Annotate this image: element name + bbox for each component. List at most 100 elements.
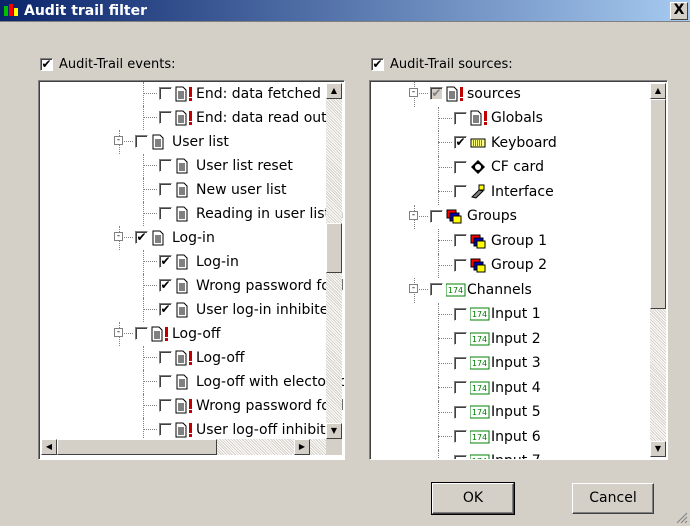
- sources-vertical-scrollbar[interactable]: ▲ ▼: [650, 83, 666, 457]
- tree-connector: [143, 106, 144, 130]
- item-checkbox[interactable]: ✔: [159, 303, 172, 316]
- event-tree-item[interactable]: Log-off with electonic s: [159, 370, 344, 393]
- item-checkbox[interactable]: [159, 399, 172, 412]
- event-tree-item[interactable]: End: data fetched: [159, 82, 321, 105]
- item-checkbox[interactable]: ✔: [159, 279, 172, 292]
- item-checkbox[interactable]: [159, 159, 172, 172]
- tree-connector: [438, 142, 452, 143]
- events-horizontal-scrollbar[interactable]: ◀ ▶: [41, 439, 326, 455]
- close-button[interactable]: X: [670, 2, 688, 20]
- sources-tree[interactable]: - ✔ sources Globals ✔ Keyboard CF card Interfac…: [369, 80, 668, 460]
- event-tree-item[interactable]: Wrong password for lo: [159, 394, 344, 417]
- event-tree-item[interactable]: User log-off inhibited: [159, 418, 343, 441]
- event-tree-item[interactable]: End: data read out: [159, 106, 327, 129]
- source-tree-item[interactable]: 174 Input 7: [454, 450, 541, 459]
- scroll-up-icon[interactable]: ▲: [326, 83, 342, 99]
- event-tree-item[interactable]: User list reset: [159, 154, 293, 177]
- item-checkbox[interactable]: [159, 111, 172, 124]
- item-label: Input 4: [491, 379, 541, 396]
- item-checkbox[interactable]: [454, 111, 467, 125]
- source-tree-item[interactable]: ✔ sources: [430, 82, 521, 105]
- doc-icon: [175, 278, 191, 294]
- event-tree-item[interactable]: Log-off: [159, 346, 245, 369]
- resize-grip-icon[interactable]: [676, 512, 688, 524]
- collapse-icon[interactable]: -: [114, 328, 123, 337]
- item-checkbox[interactable]: ✔: [135, 231, 148, 244]
- item-checkbox[interactable]: [454, 258, 467, 272]
- scroll-left-icon[interactable]: ◀: [41, 439, 57, 455]
- source-tree-item[interactable]: Group 1: [454, 229, 547, 252]
- source-tree-item[interactable]: CF card: [454, 156, 544, 179]
- item-checkbox[interactable]: [454, 307, 467, 321]
- scroll-up-icon[interactable]: ▲: [650, 83, 666, 99]
- item-checkbox[interactable]: [454, 454, 467, 459]
- item-checkbox[interactable]: [454, 405, 467, 419]
- ok-button[interactable]: OK: [431, 482, 515, 515]
- item-checkbox[interactable]: [159, 207, 172, 220]
- cancel-button[interactable]: Cancel: [572, 483, 654, 514]
- item-checkbox[interactable]: [159, 183, 172, 196]
- item-checkbox[interactable]: [454, 234, 467, 247]
- sources-checkbox[interactable]: ✔: [371, 58, 384, 71]
- source-tree-item[interactable]: 174 Input 5: [454, 401, 541, 424]
- item-label: Log-off: [172, 325, 221, 342]
- source-tree-item[interactable]: Group 2: [454, 254, 547, 277]
- doc-icon: [151, 230, 167, 246]
- item-checkbox[interactable]: [159, 87, 172, 100]
- item-checkbox[interactable]: [159, 375, 172, 388]
- event-tree-item[interactable]: Log-off: [135, 322, 221, 345]
- event-tree-item[interactable]: ✔ Log-in: [135, 226, 215, 249]
- scroll-right-icon[interactable]: ▶: [294, 439, 310, 455]
- source-tree-item[interactable]: 174 Input 3: [454, 352, 541, 375]
- item-checkbox[interactable]: [430, 209, 443, 223]
- scroll-thumb[interactable]: [650, 99, 666, 309]
- scroll-down-icon[interactable]: ▼: [650, 441, 666, 457]
- item-checkbox[interactable]: [159, 423, 172, 436]
- item-checkbox[interactable]: [135, 135, 148, 148]
- event-tree-item[interactable]: ✔ User log-in inhibited: [159, 298, 337, 321]
- item-label: Input 1: [491, 306, 541, 322]
- item-checkbox[interactable]: [454, 185, 467, 198]
- item-checkbox[interactable]: [135, 327, 148, 340]
- collapse-icon[interactable]: -: [114, 232, 123, 241]
- source-tree-item[interactable]: Interface: [454, 180, 554, 203]
- collapse-icon[interactable]: -: [409, 284, 418, 293]
- source-tree-item[interactable]: 174 Channels: [430, 278, 532, 301]
- scroll-down-icon[interactable]: ▼: [326, 423, 342, 439]
- events-tree[interactable]: End: data fetched End: data read out - User…: [38, 80, 345, 460]
- item-checkbox[interactable]: [454, 430, 467, 443]
- item-checkbox[interactable]: ✔: [159, 255, 172, 268]
- item-checkbox[interactable]: ✔: [430, 87, 443, 100]
- item-checkbox[interactable]: [454, 381, 467, 394]
- events-checkbox[interactable]: ✔: [40, 58, 53, 71]
- item-checkbox[interactable]: [454, 160, 467, 174]
- source-tree-item[interactable]: Globals: [454, 107, 543, 130]
- event-tree-item[interactable]: ✔ Log-in: [159, 250, 239, 273]
- collapse-icon[interactable]: -: [114, 136, 123, 145]
- item-checkbox[interactable]: [159, 351, 172, 364]
- source-tree-item[interactable]: 174 Input 4: [454, 376, 541, 399]
- source-tree-item[interactable]: Groups: [430, 205, 517, 228]
- event-tree-item[interactable]: ✔ Wrong password for lo: [159, 274, 344, 297]
- source-tree-item[interactable]: ✔ Keyboard: [454, 131, 557, 154]
- event-tree-item[interactable]: User list: [135, 130, 229, 153]
- item-checkbox[interactable]: [454, 356, 467, 370]
- collapse-icon[interactable]: -: [409, 88, 418, 97]
- doc-exclaim-icon: [175, 86, 192, 102]
- event-tree-item[interactable]: New user list: [159, 178, 287, 201]
- source-tree-item[interactable]: 174 Input 1: [454, 303, 541, 326]
- scroll-thumb[interactable]: [57, 439, 217, 455]
- scroll-thumb[interactable]: [326, 223, 342, 273]
- tree-connector: [438, 436, 452, 437]
- source-tree-item[interactable]: 174 Input 2: [454, 327, 541, 350]
- sources-group-checkbox[interactable]: ✔ Audit-Trail sources:: [371, 57, 513, 72]
- item-checkbox[interactable]: [430, 283, 443, 296]
- events-vertical-scrollbar[interactable]: ▲ ▼: [326, 83, 342, 439]
- item-checkbox[interactable]: ✔: [454, 136, 467, 149]
- event-tree-item[interactable]: Reading in user list not: [159, 202, 344, 225]
- item-checkbox[interactable]: [454, 332, 467, 345]
- collapse-icon[interactable]: -: [409, 210, 418, 220]
- item-label: User list reset: [196, 157, 293, 174]
- events-group-checkbox[interactable]: ✔ Audit-Trail events:: [40, 57, 175, 72]
- source-tree-item[interactable]: 174 Input 6: [454, 425, 541, 448]
